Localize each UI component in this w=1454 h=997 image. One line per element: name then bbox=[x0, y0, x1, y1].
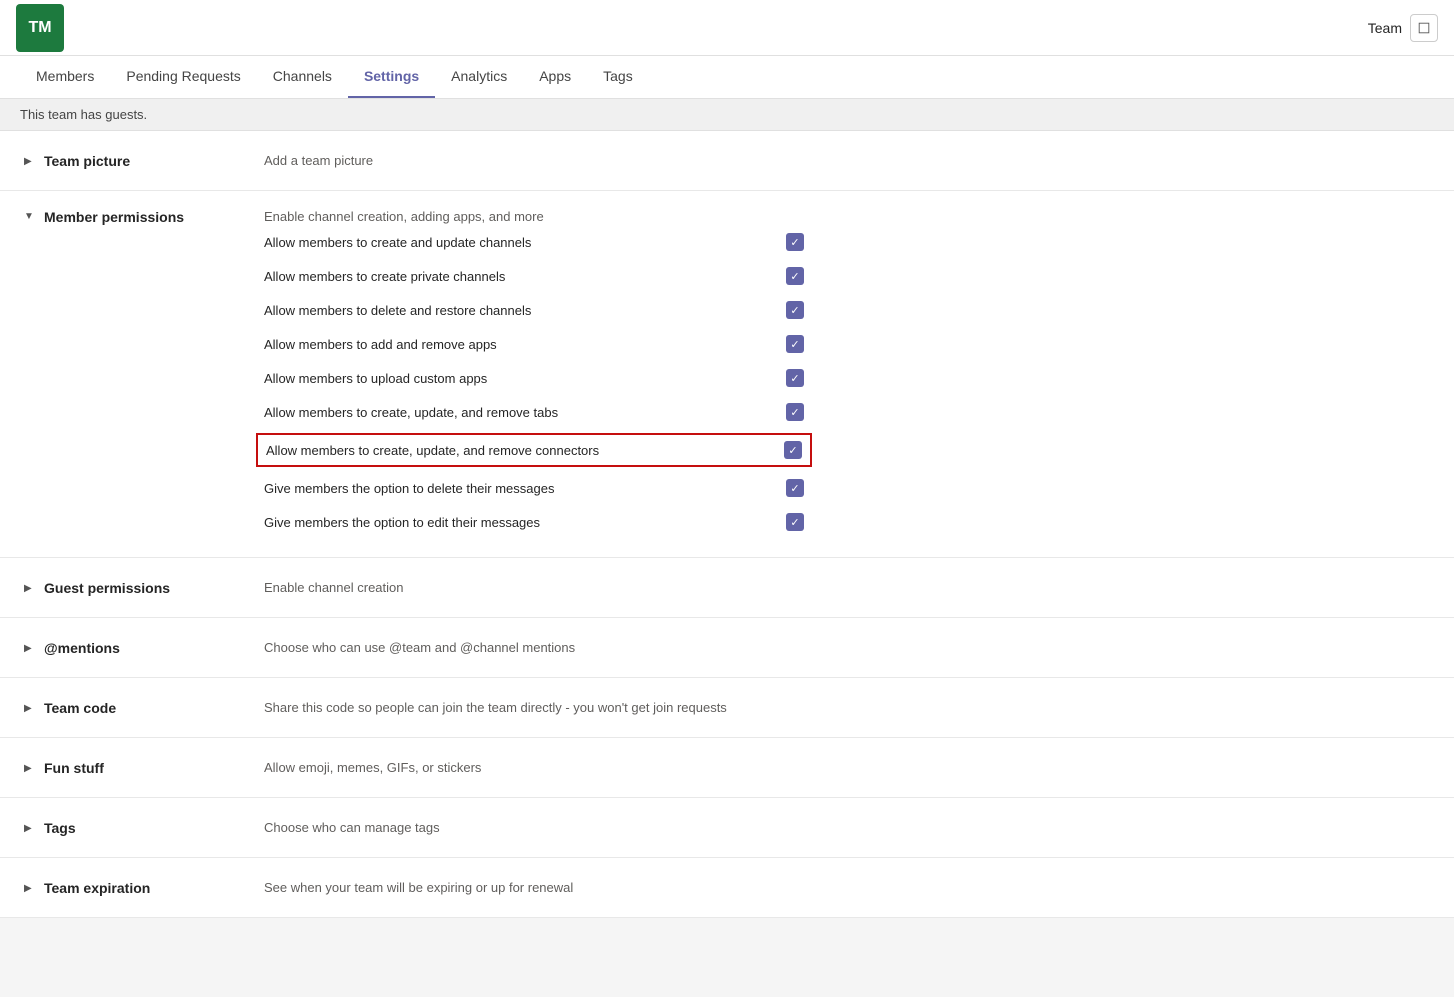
section-tags: ▶ Tags Choose who can manage tags bbox=[0, 798, 1454, 858]
mentions-toggle[interactable]: ▶ bbox=[24, 641, 44, 654]
permission-delete-restore-channels-label: Allow members to delete and restore chan… bbox=[264, 303, 770, 318]
member-permissions-label: Member permissions bbox=[44, 209, 264, 225]
permission-add-remove-apps: Allow members to add and remove apps ✓ bbox=[264, 327, 804, 361]
permission-create-update-channels: Allow members to create and update chann… bbox=[264, 225, 804, 259]
nav-tabs: Members Pending Requests Channels Settin… bbox=[0, 56, 1454, 99]
team-name-label: Team bbox=[1368, 20, 1402, 36]
guest-permissions-description: Enable channel creation bbox=[264, 580, 1430, 595]
team-expiration-description: See when your team will be expiring or u… bbox=[264, 880, 1430, 895]
team-code-label: Team code bbox=[44, 700, 264, 716]
permission-delete-messages-checkbox[interactable]: ✓ bbox=[786, 479, 804, 497]
permission-delete-restore-channels: Allow members to delete and restore chan… bbox=[264, 293, 804, 327]
permission-create-update-remove-connectors: Allow members to create, update, and rem… bbox=[256, 433, 812, 467]
member-permissions-header: ▼ Member permissions Enable channel crea… bbox=[24, 209, 1430, 225]
permission-create-private-channels-label: Allow members to create private channels bbox=[264, 269, 770, 284]
tags-description: Choose who can manage tags bbox=[264, 820, 1430, 835]
section-member-permissions: ▼ Member permissions Enable channel crea… bbox=[0, 191, 1454, 558]
permission-upload-custom-apps: Allow members to upload custom apps ✓ bbox=[264, 361, 804, 395]
team-code-description: Share this code so people can join the t… bbox=[264, 700, 1430, 715]
section-fun-stuff: ▶ Fun stuff Allow emoji, memes, GIFs, or… bbox=[0, 738, 1454, 798]
avatar: TM bbox=[16, 4, 64, 52]
member-permissions-toggle[interactable]: ▼ bbox=[24, 209, 44, 222]
permission-delete-restore-channels-checkbox[interactable]: ✓ bbox=[786, 301, 804, 319]
mentions-description: Choose who can use @team and @channel me… bbox=[264, 640, 1430, 655]
fun-stuff-toggle[interactable]: ▶ bbox=[24, 761, 44, 774]
permission-create-update-channels-label: Allow members to create and update chann… bbox=[264, 235, 770, 250]
header-right: Team bbox=[1368, 14, 1438, 42]
permission-delete-messages: Give members the option to delete their … bbox=[264, 471, 804, 505]
permission-upload-custom-apps-label: Allow members to upload custom apps bbox=[264, 371, 770, 386]
permission-items-list: Allow members to create and update chann… bbox=[24, 225, 1430, 539]
guest-permissions-toggle[interactable]: ▶ bbox=[24, 581, 44, 594]
team-picture-toggle[interactable]: ▶ bbox=[24, 154, 44, 167]
permission-create-private-channels: Allow members to create private channels… bbox=[264, 259, 804, 293]
permission-add-remove-apps-checkbox[interactable]: ✓ bbox=[786, 335, 804, 353]
guest-notice-text: This team has guests. bbox=[20, 107, 147, 122]
tags-label: Tags bbox=[44, 820, 264, 836]
tab-analytics[interactable]: Analytics bbox=[435, 56, 523, 98]
tab-tags[interactable]: Tags bbox=[587, 56, 649, 98]
team-picture-label: Team picture bbox=[44, 153, 264, 169]
tags-toggle[interactable]: ▶ bbox=[24, 821, 44, 834]
fun-stuff-label: Fun stuff bbox=[44, 760, 264, 776]
permission-upload-custom-apps-checkbox[interactable]: ✓ bbox=[786, 369, 804, 387]
section-team-code: ▶ Team code Share this code so people ca… bbox=[0, 678, 1454, 738]
permission-create-update-remove-connectors-checkbox[interactable]: ✓ bbox=[784, 441, 802, 459]
tab-settings[interactable]: Settings bbox=[348, 56, 435, 98]
permission-create-update-remove-tabs: Allow members to create, update, and rem… bbox=[264, 395, 804, 429]
fun-stuff-description: Allow emoji, memes, GIFs, or stickers bbox=[264, 760, 1430, 775]
permission-create-update-remove-tabs-checkbox[interactable]: ✓ bbox=[786, 403, 804, 421]
permission-edit-messages-label: Give members the option to edit their me… bbox=[264, 515, 770, 530]
team-picture-description: Add a team picture bbox=[264, 153, 1430, 168]
header-left: TM bbox=[16, 4, 64, 52]
settings-content: ▶ Team picture Add a team picture ▼ Memb… bbox=[0, 131, 1454, 918]
mentions-label: @mentions bbox=[44, 640, 264, 656]
team-icon bbox=[1410, 14, 1438, 42]
app-header: TM Team bbox=[0, 0, 1454, 56]
team-expiration-toggle[interactable]: ▶ bbox=[24, 881, 44, 894]
section-mentions: ▶ @mentions Choose who can use @team and… bbox=[0, 618, 1454, 678]
tab-channels[interactable]: Channels bbox=[257, 56, 348, 98]
guest-permissions-label: Guest permissions bbox=[44, 580, 264, 596]
permission-create-private-channels-checkbox[interactable]: ✓ bbox=[786, 267, 804, 285]
permission-create-update-remove-tabs-label: Allow members to create, update, and rem… bbox=[264, 405, 770, 420]
permission-create-update-channels-checkbox[interactable]: ✓ bbox=[786, 233, 804, 251]
permission-delete-messages-label: Give members the option to delete their … bbox=[264, 481, 770, 496]
permission-add-remove-apps-label: Allow members to add and remove apps bbox=[264, 337, 770, 352]
team-expiration-label: Team expiration bbox=[44, 880, 264, 896]
permission-edit-messages-checkbox[interactable]: ✓ bbox=[786, 513, 804, 531]
guest-notice-banner: This team has guests. bbox=[0, 99, 1454, 131]
permission-create-update-remove-connectors-label: Allow members to create, update, and rem… bbox=[266, 443, 768, 458]
section-guest-permissions: ▶ Guest permissions Enable channel creat… bbox=[0, 558, 1454, 618]
tab-pending-requests[interactable]: Pending Requests bbox=[110, 56, 256, 98]
member-permissions-description: Enable channel creation, adding apps, an… bbox=[264, 209, 1430, 224]
tab-apps[interactable]: Apps bbox=[523, 56, 587, 98]
section-team-expiration: ▶ Team expiration See when your team wil… bbox=[0, 858, 1454, 918]
team-code-toggle[interactable]: ▶ bbox=[24, 701, 44, 714]
section-team-picture: ▶ Team picture Add a team picture bbox=[0, 131, 1454, 191]
tab-members[interactable]: Members bbox=[20, 56, 110, 98]
permission-edit-messages: Give members the option to edit their me… bbox=[264, 505, 804, 539]
